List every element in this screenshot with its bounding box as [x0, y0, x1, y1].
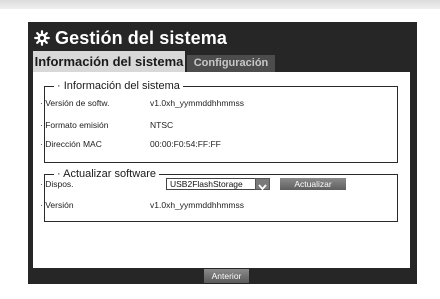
chevron-down-icon	[258, 184, 267, 191]
mac-address-label: · Dirección MAC	[40, 139, 102, 149]
software-version-label: · Versión de softw.	[40, 98, 110, 108]
device-select[interactable]: USB2FlashStorage	[166, 178, 270, 191]
top-band	[0, 0, 440, 9]
tab-configuration[interactable]: Configuración	[187, 55, 275, 72]
content-panel: · Información del sistema · Versión de s…	[33, 72, 410, 268]
device-select-value[interactable]: USB2FlashStorage	[166, 178, 258, 190]
system-info-legend: · Información del sistema	[57, 80, 180, 92]
device-select-button[interactable]	[255, 178, 270, 191]
title-bar: Gestión del sistema	[34, 24, 227, 52]
mac-address-value: 00:00:F0:54:FF:FF	[150, 139, 221, 149]
version-value: v1.0xh_yymmddhhmmss	[150, 200, 245, 210]
broadcast-format-label: · Formato emisión	[40, 120, 109, 130]
device-label: · Dispos.	[40, 179, 74, 189]
version-label: · Versión	[40, 200, 74, 210]
broadcast-format-value: NTSC	[150, 120, 174, 130]
gear-icon	[34, 30, 50, 46]
software-version-value: v1.0xh_yymmddhhmmss	[150, 98, 245, 108]
update-software-group: · Actualizar software	[44, 168, 398, 222]
window-title: Gestión del sistema	[55, 27, 227, 48]
tab-system-info[interactable]: Información del sistema	[33, 51, 185, 72]
update-button[interactable]: Actualizar	[280, 178, 346, 190]
system-management-window: Gestión del sistema Información del sist…	[28, 22, 417, 284]
previous-button[interactable]: Anterior	[204, 269, 249, 283]
